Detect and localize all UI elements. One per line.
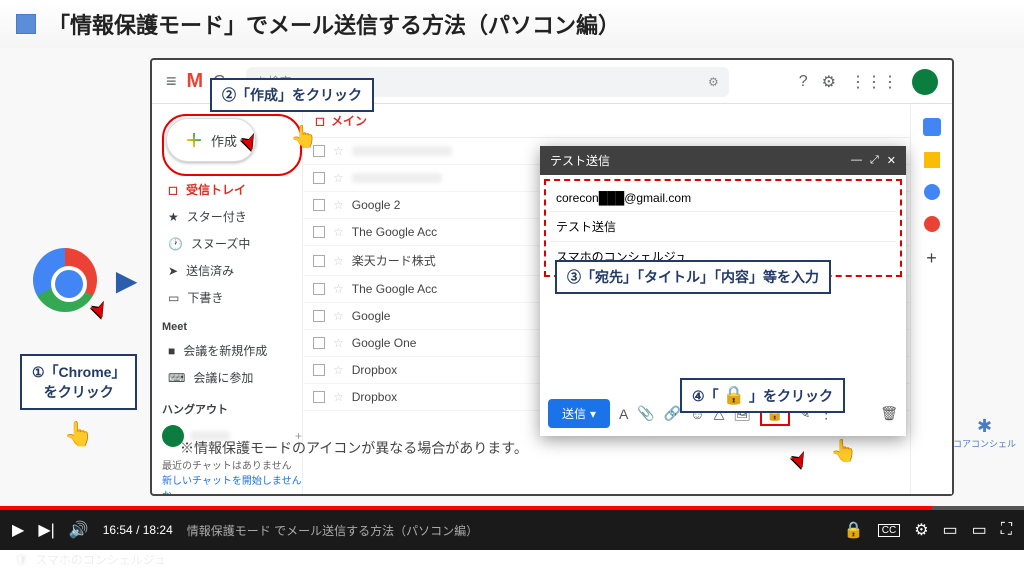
footnote-text: ※情報保護モードのアイコンが異なる場合があります。	[180, 438, 528, 458]
title-bullet-icon	[16, 14, 36, 34]
settings-icon[interactable]: ⚙	[822, 72, 836, 92]
compose-header[interactable]: テスト送信 — ⤢ ✕	[540, 146, 906, 175]
chat-empty-msg: 最近のチャットはありません 新しいチャットを開始しませんか	[162, 457, 302, 494]
subject-field[interactable]: テスト送信	[550, 212, 896, 242]
keyboard-icon: ⌨	[168, 371, 185, 385]
nav-inbox[interactable]: ◻受信トレイ	[162, 176, 302, 203]
callout-4: ④「 🔒 」をクリック	[680, 378, 845, 413]
account-avatar[interactable]	[912, 69, 938, 95]
video-player-bar: ▶ ▶| 🔊 16:54 / 18:24 情報保護モード でメール送信する方法（…	[0, 510, 1024, 550]
nav-sent[interactable]: ➤送信済み	[162, 257, 302, 284]
compose-label: 作成	[211, 131, 237, 150]
plus-icon: ＋	[185, 127, 203, 153]
callout-1: ①「Chrome」 をクリック	[20, 354, 137, 410]
shield-icon: 🛡	[14, 553, 29, 567]
clock-icon: 🕐	[168, 237, 183, 251]
tap-gesture-icon: 👆	[290, 124, 317, 150]
callout-3: ③「宛先」「タイトル」「内容」等を入力	[555, 260, 831, 294]
compose-title: テスト送信	[550, 152, 610, 169]
slide-title-bar: 「情報保護モード」でメール送信する方法（パソコン編）	[0, 0, 1024, 48]
lock-indicator-icon: 🔒	[844, 520, 864, 540]
tune-icon[interactable]: ⚙	[708, 75, 719, 89]
nav-starred[interactable]: ★スター付き	[162, 203, 302, 230]
format-icon[interactable]: A	[619, 406, 628, 422]
send-button[interactable]: 送信▾	[548, 399, 610, 428]
gmail-sidebar: ＋ 作成 ◻受信トレイ ★スター付き 🕐スヌーズ中 ➤送信済み ▭下書き Mee…	[152, 104, 302, 494]
chat-start-link[interactable]: 新しいチャットを開始しませんか	[162, 476, 302, 494]
nav-drafts[interactable]: ▭下書き	[162, 284, 302, 311]
settings-button[interactable]: ⚙	[914, 520, 928, 540]
next-button[interactable]: ▶|	[38, 520, 54, 540]
attach-icon[interactable]: 📎	[637, 405, 654, 422]
brand-logo: ✱ コアコンシェル	[953, 416, 1016, 450]
contacts-icon[interactable]	[924, 216, 940, 232]
callout-2: ②「作成」をクリック	[210, 78, 374, 112]
miniplayer-button[interactable]: ▭	[943, 520, 958, 540]
addon-plus-icon[interactable]: +	[926, 248, 937, 269]
side-panel: +	[910, 104, 952, 494]
video-title-inline: 情報保護モード でメール送信する方法（パソコン編）	[187, 522, 478, 539]
volume-button[interactable]: 🔊	[69, 520, 89, 540]
video-progress[interactable]	[0, 506, 1024, 510]
slide-stage: ▶ ①「Chrome」 をクリック 👆 ≡ M G を検索 ⚙ ? ⚙ ⋮⋮⋮	[0, 48, 1024, 506]
video-icon: ■	[168, 344, 175, 358]
link-icon[interactable]: 🔗	[664, 405, 681, 422]
nav-snoozed[interactable]: 🕐スヌーズ中	[162, 230, 302, 257]
hangouts-header: ハングアウト	[162, 401, 302, 417]
draft-icon: ▭	[168, 291, 179, 305]
calendar-icon[interactable]	[923, 118, 941, 136]
to-field[interactable]: corecon███@gmail.com	[550, 185, 896, 212]
channel-watermark[interactable]: 🛡 スマホのコンシェルジュ	[14, 551, 166, 568]
tasks-icon[interactable]	[924, 184, 940, 200]
captions-button[interactable]: CC	[878, 524, 900, 537]
send-icon: ➤	[168, 264, 178, 278]
chrome-launch-block: ▶ ①「Chrome」 をクリック 👆	[20, 248, 137, 449]
inbox-icon: ◻	[168, 183, 178, 197]
keep-icon[interactable]	[924, 152, 940, 168]
help-icon[interactable]: ?	[799, 73, 808, 91]
meet-new[interactable]: ■会議を新規作成	[162, 337, 302, 364]
gmail-window: ≡ M G を検索 ⚙ ? ⚙ ⋮⋮⋮ ＋ 作成	[150, 58, 954, 496]
slide-title: 「情報保護モード」でメール送信する方法（パソコン編）	[48, 8, 620, 40]
primary-tab[interactable]: ◻メイン	[303, 104, 952, 138]
play-button[interactable]: ▶	[12, 520, 24, 540]
dropdown-icon[interactable]: ▾	[590, 407, 596, 421]
apps-icon[interactable]: ⋮⋮⋮	[850, 72, 898, 92]
theater-button[interactable]: ▭	[972, 520, 987, 540]
tap-gesture-icon: 👆	[20, 420, 137, 449]
tap-gesture-icon: 👆	[830, 438, 857, 464]
star-icon: ★	[168, 210, 179, 224]
menu-icon[interactable]: ≡	[166, 71, 177, 92]
trash-icon[interactable]: 🗑	[880, 405, 898, 422]
fullscreen-button[interactable]: ⛶	[1001, 521, 1012, 539]
compose-body-space[interactable]	[540, 281, 906, 391]
time-display: 16:54 / 18:24	[103, 523, 173, 537]
expand-icon[interactable]: ⤢	[870, 154, 879, 167]
gmail-logo: M	[187, 70, 204, 93]
close-icon[interactable]: ✕	[887, 154, 896, 167]
meet-join[interactable]: ⌨会議に参加	[162, 364, 302, 391]
meet-header: Meet	[162, 321, 302, 333]
lock-clock-icon: 🔒	[723, 385, 745, 406]
minimize-icon[interactable]: —	[851, 154, 862, 167]
